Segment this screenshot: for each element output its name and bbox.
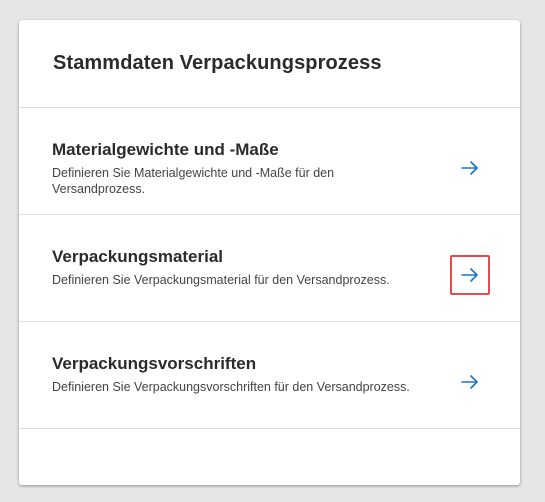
arrow-right-icon: [461, 268, 478, 282]
master-data-card: Stammdaten Verpackungsprozess Materialge…: [19, 20, 520, 485]
list-item-packaging-material[interactable]: Verpackungsmaterial Definieren Sie Verpa…: [19, 215, 520, 322]
list-item-packaging-rules[interactable]: Verpackungsvorschriften Definieren Sie V…: [19, 322, 520, 429]
navigate-arrow-button[interactable]: [450, 362, 490, 402]
arrow-right-icon: [461, 375, 478, 389]
navigate-arrow-button[interactable]: [450, 148, 490, 188]
item-description: Definieren Sie Verpackungsmaterial für d…: [52, 273, 390, 287]
card-header: Stammdaten Verpackungsprozess: [19, 20, 520, 108]
item-description: Definieren Sie Verpackungsvorschriften f…: [52, 380, 410, 394]
list-item-material-weights[interactable]: Materialgewichte und -Maße Definieren Si…: [19, 108, 520, 215]
arrow-right-icon: [461, 161, 478, 175]
card-title: Stammdaten Verpackungsprozess: [53, 52, 382, 74]
item-description: Definieren Sie Materialgewichte und -Maß…: [52, 166, 335, 196]
navigate-arrow-button[interactable]: [450, 255, 490, 295]
